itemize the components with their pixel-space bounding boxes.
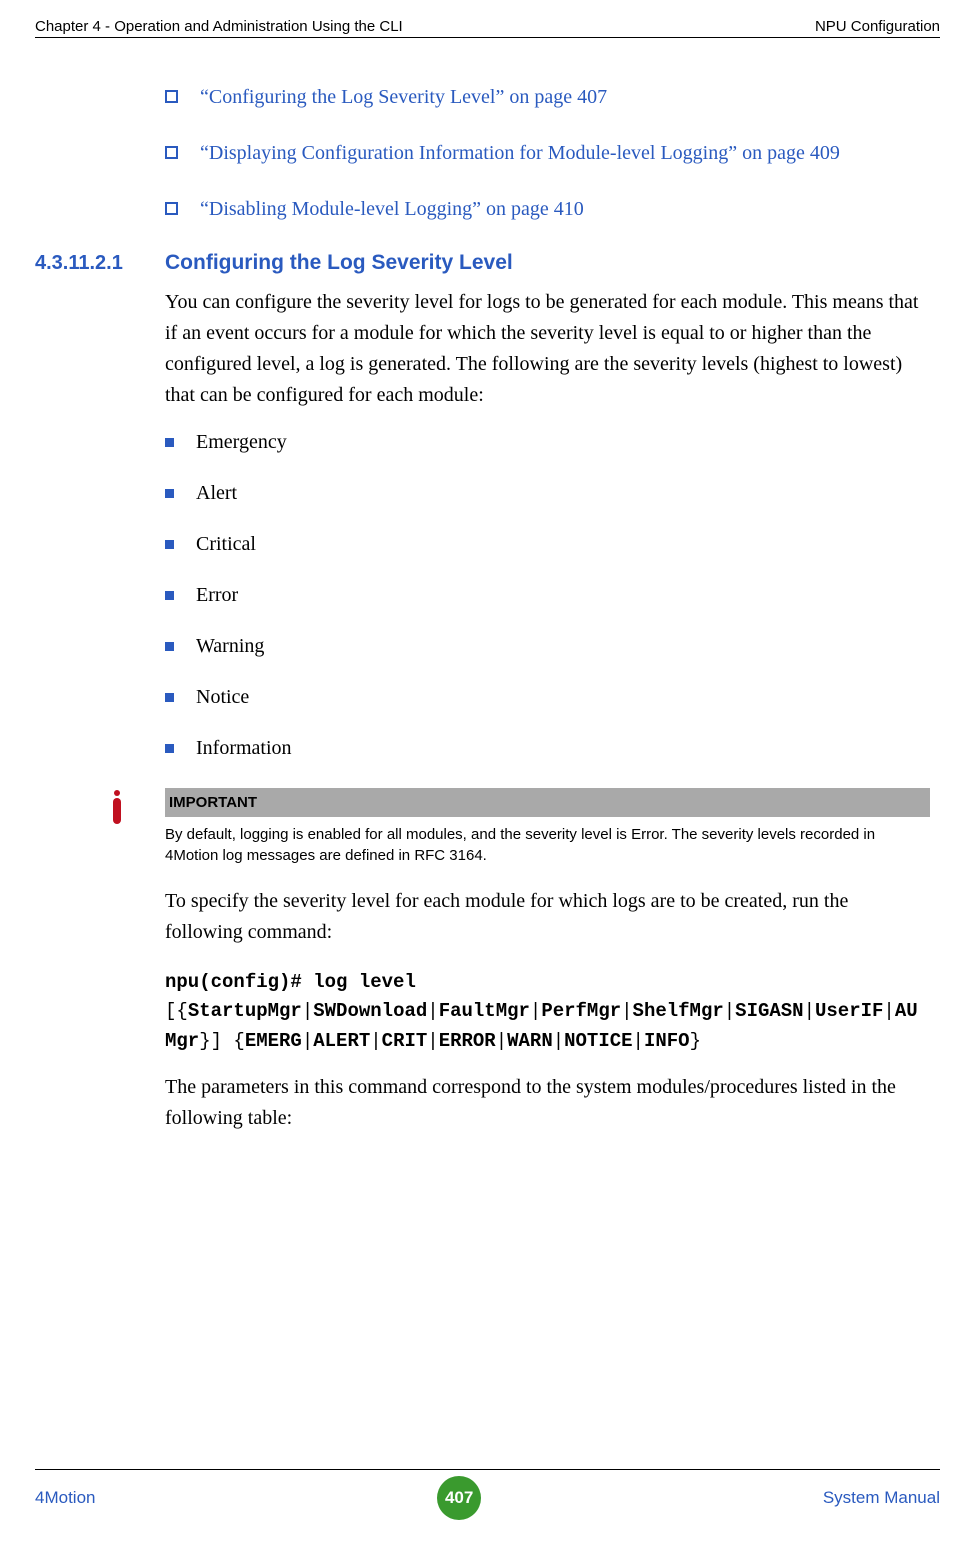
cmd-text: | [621, 1000, 632, 1022]
severity-item: Warning [165, 635, 930, 658]
cmd-text: | [427, 1000, 438, 1022]
cmd-text: } [690, 1030, 701, 1052]
important-header: IMPORTANT [165, 788, 930, 817]
cmd-text: | [496, 1030, 507, 1052]
cmd-text: ALERT [313, 1030, 370, 1052]
severity-label: Information [196, 737, 292, 760]
bullet-filled-icon [165, 744, 174, 753]
cmd-text: | [427, 1030, 438, 1052]
severity-item: Error [165, 584, 930, 607]
xref-link[interactable]: “Configuring the Log Severity Level” on … [200, 83, 607, 111]
cmd-text: UserIF [815, 1000, 883, 1022]
cmd-text: WARN [507, 1030, 553, 1052]
header-chapter: Chapter 4 - Operation and Administration… [35, 18, 403, 35]
severity-item: Emergency [165, 431, 930, 454]
cmd-text: | [724, 1000, 735, 1022]
cmd-text: Mgr [165, 1030, 199, 1052]
cmd-text: | [302, 1000, 313, 1022]
cmd-text: SWDownload [313, 1000, 427, 1022]
page-header: Chapter 4 - Operation and Administration… [35, 18, 940, 38]
section-heading: 4.3.11.2.1 Configuring the Log Severity … [35, 251, 930, 275]
cmd-text: SIGASN [735, 1000, 803, 1022]
after-note-paragraph: To specify the severity level for each m… [165, 886, 930, 948]
cmd-text: ERROR [439, 1030, 496, 1052]
cmd-text: EMERG [245, 1030, 302, 1052]
footer-product: 4Motion [35, 1488, 95, 1508]
closing-paragraph: The parameters in this command correspon… [165, 1072, 930, 1134]
severity-label: Emergency [196, 431, 287, 454]
xref-item: “Displaying Configuration Information fo… [165, 139, 930, 167]
xref-item: “Configuring the Log Severity Level” on … [165, 83, 930, 111]
severity-label: Alert [196, 482, 237, 505]
bullet-filled-icon [165, 642, 174, 651]
footer-manual-link[interactable]: System Manual [823, 1488, 940, 1508]
severity-item: Information [165, 737, 930, 760]
cmd-text: [{ [165, 1000, 188, 1022]
cmd-text: CRIT [382, 1030, 428, 1052]
bullet-square-icon [165, 146, 178, 159]
command-block: npu(config)# log level [{StartupMgr|SWDo… [165, 968, 930, 1056]
severity-label: Notice [196, 686, 249, 709]
xref-link[interactable]: “Disabling Module-level Logging” on page… [200, 195, 584, 223]
severity-label: Warning [196, 635, 264, 658]
cmd-text: | [804, 1000, 815, 1022]
section-number: 4.3.11.2.1 [35, 252, 165, 275]
cmd-text: | [302, 1030, 313, 1052]
cmd-text: PerfMgr [541, 1000, 621, 1022]
severity-item: Critical [165, 533, 930, 556]
severity-label: Critical [196, 533, 256, 556]
intro-paragraph: You can configure the severity level for… [165, 287, 930, 411]
cmd-text: | [633, 1030, 644, 1052]
bullet-filled-icon [165, 693, 174, 702]
important-note: IMPORTANT By default, logging is enabled… [105, 788, 930, 866]
cmd-text: | [530, 1000, 541, 1022]
cmd-text: | [553, 1030, 564, 1052]
cmd-text: StartupMgr [188, 1000, 302, 1022]
page-footer: 4Motion 407 System Manual [35, 1469, 940, 1520]
cmd-text: ShelfMgr [633, 1000, 724, 1022]
body-content: “Configuring the Log Severity Level” on … [165, 83, 930, 1134]
cmd-text: NOTICE [564, 1030, 632, 1052]
severity-item: Alert [165, 482, 930, 505]
section-title: Configuring the Log Severity Level [165, 251, 513, 275]
cmd-text: FaultMgr [439, 1000, 530, 1022]
bullet-square-icon [165, 202, 178, 215]
bullet-filled-icon [165, 438, 174, 447]
cmd-text: | [883, 1000, 894, 1022]
page-number-badge: 407 [437, 1476, 481, 1520]
header-section: NPU Configuration [815, 18, 940, 35]
important-body: By default, logging is enabled for all m… [165, 824, 930, 866]
bullet-square-icon [165, 90, 178, 103]
bullet-filled-icon [165, 489, 174, 498]
severity-label: Error [196, 584, 238, 607]
cmd-text: INFO [644, 1030, 690, 1052]
cmd-text: }] { [199, 1030, 245, 1052]
bullet-filled-icon [165, 591, 174, 600]
cmd-text: npu(config)# log level [165, 971, 416, 993]
xref-link[interactable]: “Displaying Configuration Information fo… [200, 139, 840, 167]
cmd-text: | [370, 1030, 381, 1052]
xref-item: “Disabling Module-level Logging” on page… [165, 195, 930, 223]
cmd-text: AU [895, 1000, 918, 1022]
severity-item: Notice [165, 686, 930, 709]
important-icon [105, 790, 129, 824]
bullet-filled-icon [165, 540, 174, 549]
